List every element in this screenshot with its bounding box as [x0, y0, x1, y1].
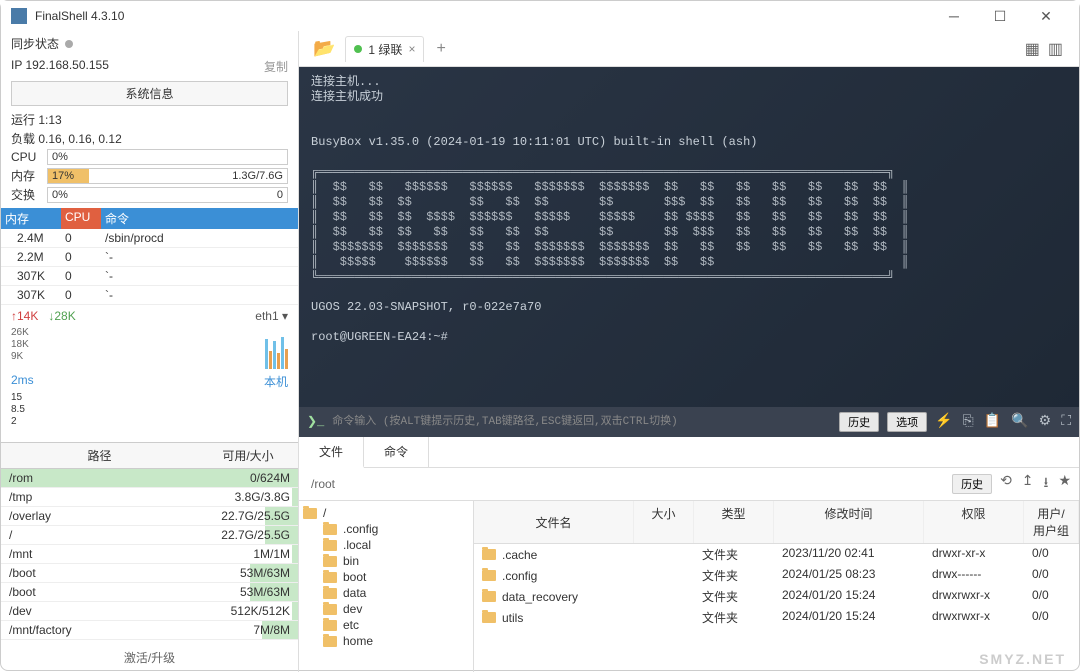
file-row[interactable]: utils文件夹2024/01/20 15:24drwxrwxr-x0/0	[474, 607, 1079, 628]
disk-row[interactable]: /overlay22.7G/25.5G	[1, 507, 298, 526]
close-tab-icon[interactable]: ×	[408, 42, 415, 56]
status-dot-icon	[65, 40, 73, 48]
folder-icon	[482, 549, 496, 560]
terminal[interactable]: 连接主机... 连接主机成功 BusyBox v1.35.0 (2024-01-…	[299, 67, 1079, 437]
process-row[interactable]: 2.2M0`-	[1, 248, 298, 267]
process-row[interactable]: 2.4M0/sbin/procd	[1, 229, 298, 248]
sync-status-label: 同步状态	[11, 35, 59, 52]
process-row[interactable]: 307K0`-	[1, 267, 298, 286]
process-header: 内存 CPU 命令	[1, 208, 298, 229]
tree-item[interactable]: etc	[299, 617, 473, 633]
tree-item[interactable]: bin	[299, 553, 473, 569]
fullscreen-icon[interactable]: ⛶	[1061, 415, 1071, 430]
disk-row[interactable]: /22.7G/25.5G	[1, 526, 298, 545]
file-row[interactable]: .config文件夹2024/01/25 08:23drwx------0/0	[474, 565, 1079, 586]
activate-button[interactable]: 激活/升级	[1, 643, 298, 672]
file-row[interactable]: .cache文件夹2023/11/20 02:41drwxr-xr-x0/0	[474, 544, 1079, 565]
bolt-icon[interactable]: ⚡	[935, 415, 952, 430]
options-button[interactable]: 选项	[887, 412, 927, 432]
history-button[interactable]: 历史	[839, 412, 879, 432]
folder-icon	[482, 612, 496, 623]
copy-button[interactable]: 复制	[264, 58, 288, 75]
tree-item[interactable]: data	[299, 585, 473, 601]
mem-bar: 17% 1.3G/7.6G	[47, 168, 288, 184]
maximize-button[interactable]: ☐	[977, 1, 1023, 31]
disk-header: 路径 可用/大小	[1, 442, 298, 469]
disk-row[interactable]: /boot53M/63M	[1, 564, 298, 583]
load-label: 负载 0.16, 0.16, 0.12	[1, 129, 298, 148]
download-icon[interactable]: ⭳	[1044, 472, 1049, 496]
watermark: SMYZ.NET	[979, 651, 1066, 667]
disk-row[interactable]: /boot53M/63M	[1, 583, 298, 602]
swap-bar: 0% 0	[47, 187, 288, 203]
path-input[interactable]: /root	[307, 475, 944, 493]
tab-files[interactable]: 文件	[299, 437, 364, 468]
tree-item[interactable]: dev	[299, 601, 473, 617]
folder-icon	[323, 604, 337, 615]
uptime-label: 运行 1:13	[1, 110, 298, 129]
file-list-header: 文件名 大小 类型 修改时间 权限 用户/用户组	[474, 501, 1079, 544]
folder-icon	[323, 524, 337, 535]
close-button[interactable]: ✕	[1023, 1, 1069, 31]
folder-icon	[323, 620, 337, 631]
cpu-label: CPU	[11, 150, 41, 164]
folder-icon	[303, 508, 317, 519]
tab-commands[interactable]: 命令	[364, 437, 429, 467]
ping-host[interactable]: 本机	[264, 373, 288, 390]
ping-chart: 158.52	[1, 392, 298, 436]
disk-row[interactable]: /dev512K/512K	[1, 602, 298, 621]
disk-row[interactable]: /rom0/624M	[1, 469, 298, 488]
net-chart: 26K18K9K	[1, 327, 298, 371]
cpu-bar: 0%	[47, 149, 288, 165]
tree-item[interactable]: /	[299, 505, 473, 521]
disk-row[interactable]: /mnt1M/1M	[1, 545, 298, 564]
file-row[interactable]: data_recovery文件夹2024/01/20 15:24drwxrwxr…	[474, 586, 1079, 607]
add-tab-button[interactable]: +	[428, 40, 453, 58]
swap-label: 交换	[11, 186, 41, 203]
folder-icon	[323, 636, 337, 647]
net-upload: ↑14K	[11, 309, 38, 323]
search-icon[interactable]: 🔍	[1011, 415, 1028, 430]
upload-icon[interactable]: ↥	[1022, 472, 1034, 496]
tab-session[interactable]: 1 绿联 ×	[345, 36, 424, 62]
disk-row[interactable]: /mnt/factory7M/8M	[1, 621, 298, 640]
tree-item[interactable]: .config	[299, 521, 473, 537]
interface-select[interactable]: eth1 ▾	[255, 309, 288, 323]
command-input[interactable]: 命令输入 (按ALT键提示历史,TAB键路径,ESC键返回,双击CTRL切换)	[332, 415, 831, 430]
net-download: ↓28K	[48, 309, 75, 323]
bookmark-icon[interactable]: ★	[1058, 472, 1071, 496]
prompt-icon: ❯_	[307, 415, 324, 430]
folder-icon	[323, 588, 337, 599]
process-row[interactable]: 307K0`-	[1, 286, 298, 305]
ip-address: IP 192.168.50.155	[11, 58, 109, 75]
column-view-icon[interactable]: ▥	[1048, 39, 1063, 59]
folder-icon	[323, 572, 337, 583]
status-dot-icon	[354, 45, 362, 53]
window-title: FinalShell 4.3.10	[35, 9, 931, 23]
tree-item[interactable]: .local	[299, 537, 473, 553]
disk-row[interactable]: /tmp3.8G/3.8G	[1, 488, 298, 507]
folder-tree[interactable]: /.config.localbinbootdatadevetchome	[299, 501, 474, 672]
paste-icon[interactable]: 📋	[984, 415, 1001, 430]
history-button[interactable]: 历史	[952, 474, 992, 494]
folder-icon[interactable]: 📂	[307, 38, 341, 59]
copy-icon[interactable]: ⎘	[963, 415, 974, 430]
grid-view-icon[interactable]: ▦	[1025, 39, 1040, 59]
minimize-button[interactable]: ─	[931, 1, 977, 31]
tree-item[interactable]: boot	[299, 569, 473, 585]
ping-value: 2ms	[11, 373, 34, 390]
folder-icon	[482, 570, 496, 581]
refresh-icon[interactable]: ⟲	[1000, 472, 1012, 496]
app-icon	[11, 8, 27, 24]
mem-label: 内存	[11, 167, 41, 184]
folder-icon	[482, 591, 496, 602]
folder-icon	[323, 540, 337, 551]
folder-icon	[323, 556, 337, 567]
tree-item[interactable]: home	[299, 633, 473, 649]
settings-icon[interactable]: ⚙	[1039, 415, 1052, 430]
system-info-button[interactable]: 系统信息	[11, 81, 288, 106]
